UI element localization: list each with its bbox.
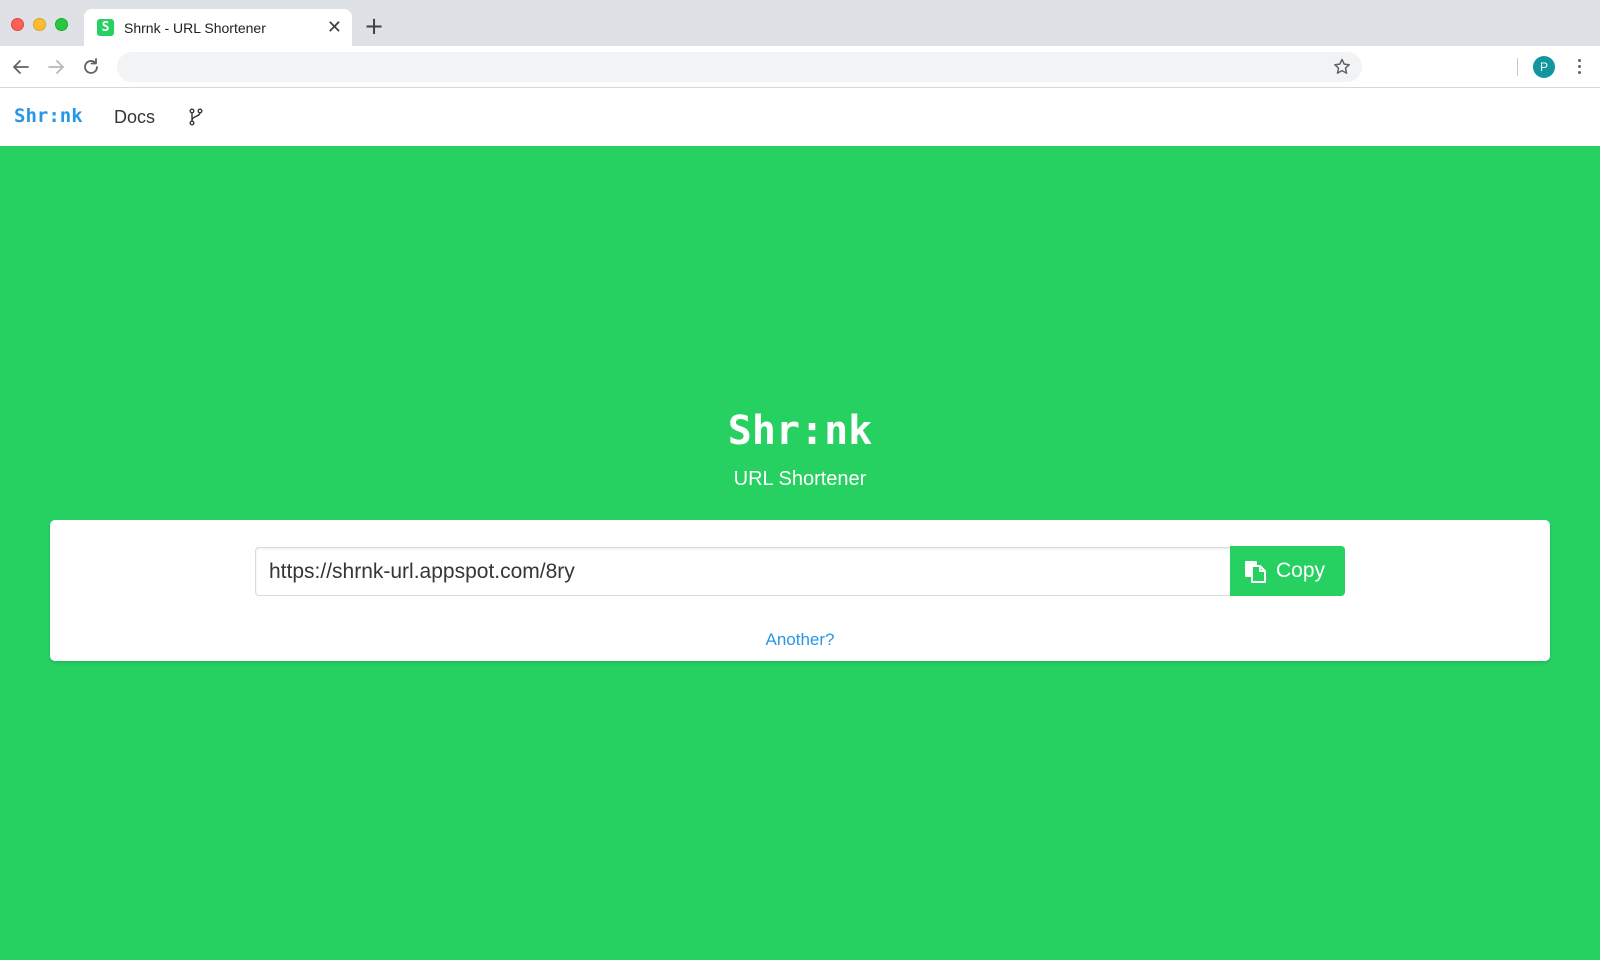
tab-close-icon[interactable]: ✕ xyxy=(327,18,342,36)
copy-button[interactable]: Copy xyxy=(1230,546,1345,596)
back-arrow-icon[interactable] xyxy=(10,56,32,78)
another-link[interactable]: Another? xyxy=(50,630,1550,650)
result-card: Copy Another? xyxy=(50,520,1550,661)
forward-arrow-icon[interactable] xyxy=(45,56,67,78)
browser-tab-bar: S Shrnk - URL Shortener ✕ + xyxy=(0,0,1600,46)
browser-tab-active[interactable]: S Shrnk - URL Shortener ✕ xyxy=(84,9,352,46)
address-bar[interactable] xyxy=(117,52,1362,82)
clipboard-icon xyxy=(1244,559,1266,583)
minimize-window-button[interactable] xyxy=(33,18,46,31)
copy-button-label: Copy xyxy=(1276,559,1326,582)
git-branch-icon[interactable] xyxy=(188,108,204,126)
browser-toolbar xyxy=(0,46,1600,88)
profile-avatar[interactable]: P xyxy=(1533,56,1555,78)
favicon-icon: S xyxy=(97,19,114,36)
toolbar-divider xyxy=(1517,58,1518,76)
hero-subtitle: URL Shortener xyxy=(733,468,867,490)
docs-link[interactable]: Docs xyxy=(114,107,155,128)
tab-title: Shrnk - URL Shortener xyxy=(124,20,266,36)
brand-logo-link[interactable]: Shr:nk xyxy=(14,105,83,127)
hero-title: Shr:nk xyxy=(727,408,873,454)
new-tab-button[interactable]: + xyxy=(364,14,384,38)
site-navbar: Shr:nk Docs xyxy=(0,88,1600,146)
close-window-button[interactable] xyxy=(11,18,24,31)
bookmark-star-icon[interactable] xyxy=(1332,57,1352,77)
hero-section: Shr:nk URL Shortener Copy Another? xyxy=(0,146,1600,960)
address-input[interactable] xyxy=(131,52,1291,82)
short-url-field[interactable] xyxy=(255,547,1231,596)
more-menu-icon[interactable] xyxy=(1572,56,1586,78)
maximize-window-button[interactable] xyxy=(55,18,68,31)
reload-icon[interactable] xyxy=(80,56,102,78)
